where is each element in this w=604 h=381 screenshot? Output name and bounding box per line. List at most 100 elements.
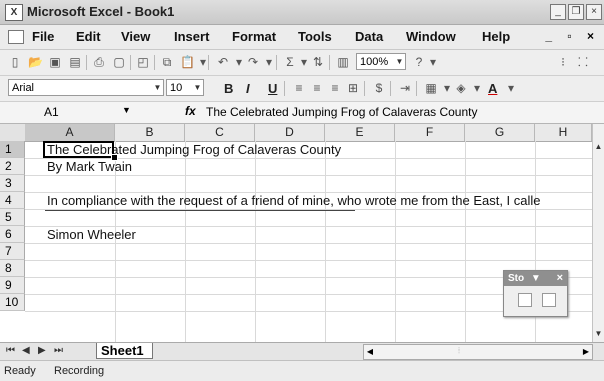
column-header-g[interactable]: G (465, 124, 535, 141)
last-sheet-icon[interactable]: ⏭ (54, 345, 63, 356)
cell-a2[interactable]: By Mark Twain (47, 159, 132, 175)
column-header-f[interactable]: F (395, 124, 465, 141)
borders-icon[interactable]: ▦ (424, 81, 438, 95)
row-header-1[interactable]: 1 (0, 141, 25, 158)
autosum-icon[interactable]: Σ (283, 55, 297, 69)
toolbar-options-icon[interactable]: ⁝ (556, 55, 570, 69)
scroll-left-icon[interactable]: ◀ (364, 345, 376, 359)
column-header-h[interactable]: H (535, 124, 592, 141)
menu-insert[interactable]: Insert (174, 29, 209, 44)
first-sheet-icon[interactable]: ⏮ (6, 345, 15, 356)
menu-format[interactable]: Format (232, 29, 276, 44)
row-header-7[interactable]: 7 (0, 243, 25, 260)
fill-handle[interactable] (111, 154, 118, 161)
zoom-select[interactable]: 100% ▼ (356, 53, 406, 70)
gridline (25, 243, 592, 244)
name-box[interactable]: A1 (44, 104, 122, 120)
menu-edit[interactable]: Edit (76, 29, 101, 44)
stop-recording-button[interactable] (518, 293, 532, 307)
undo-icon[interactable]: ↶ (216, 55, 230, 69)
italic-button[interactable]: I (246, 81, 250, 96)
help-icon[interactable]: ? (412, 55, 426, 69)
relative-reference-button[interactable] (542, 293, 556, 307)
stop-recording-toolbar[interactable]: Sto ▼ × (503, 270, 568, 317)
sort-ascending-icon[interactable]: ⇅ (311, 55, 325, 69)
menu-data[interactable]: Data (355, 29, 383, 44)
undo-dropdown-icon[interactable]: ▾ (232, 55, 246, 69)
help-dropdown-icon[interactable]: ▾ (426, 55, 440, 69)
print-icon[interactable]: ⎙ (92, 55, 106, 69)
row-header-10[interactable]: 10 (0, 294, 25, 311)
row-header-3[interactable]: 3 (0, 175, 25, 192)
fx-icon[interactable]: fx (185, 104, 196, 118)
toolbar-options-icon[interactable]: ▼ (531, 273, 541, 284)
cell-a6[interactable]: Simon Wheeler (47, 227, 136, 243)
font-size-select[interactable]: 10 ▼ (166, 79, 204, 96)
row-header-8[interactable]: 8 (0, 260, 25, 277)
scroll-down-icon[interactable]: ▼ (593, 328, 604, 340)
column-header-b[interactable]: B (115, 124, 185, 141)
print-preview-icon[interactable]: ▢ (112, 55, 126, 69)
minimize-button[interactable]: _ (550, 4, 566, 20)
scroll-up-icon[interactable]: ▲ (593, 141, 604, 153)
scroll-right-icon[interactable]: ▶ (580, 345, 592, 359)
horizontal-scrollbar[interactable]: ◀ ⦙ ▶ (363, 344, 593, 360)
toolbar-grip-icon[interactable]: ⸬ (576, 55, 590, 69)
paste-icon[interactable]: 📋 (180, 55, 195, 69)
sheet-tab-sheet1[interactable]: Sheet1 (96, 343, 153, 359)
merge-center-icon[interactable]: ⊞ (346, 81, 360, 95)
currency-icon[interactable]: $ (372, 81, 386, 95)
underline-button[interactable]: U (268, 81, 277, 96)
column-header-c[interactable]: C (185, 124, 255, 141)
new-icon[interactable]: ▯ (8, 55, 22, 69)
save-icon[interactable]: ▣ (48, 55, 62, 69)
redo-dropdown-icon[interactable]: ▾ (262, 55, 276, 69)
row-header-6[interactable]: 6 (0, 226, 25, 243)
scroll-thumb[interactable]: ⦙ (444, 346, 474, 357)
align-right-icon[interactable]: ≡ (328, 81, 342, 95)
row-header-5[interactable]: 5 (0, 209, 25, 226)
select-all-button[interactable] (0, 124, 26, 141)
document-window-controls[interactable]: _ ▫ × (545, 29, 600, 43)
fill-color-dropdown-icon[interactable]: ▾ (470, 81, 484, 95)
row-header-4[interactable]: 4 (0, 192, 25, 209)
row-header-9[interactable]: 9 (0, 277, 25, 294)
formula-input[interactable]: The Celebrated Jumping Frog of Calaveras… (206, 105, 477, 119)
fill-color-icon[interactable]: ◈ (454, 81, 468, 95)
redo-icon[interactable]: ↷ (246, 55, 260, 69)
open-icon[interactable]: 📂 (28, 55, 43, 69)
menu-window[interactable]: Window (406, 29, 456, 44)
close-icon[interactable]: × (557, 271, 563, 286)
research-icon[interactable]: ◰ (136, 55, 150, 69)
borders-dropdown-icon[interactable]: ▾ (440, 81, 454, 95)
menu-view[interactable]: View (121, 29, 150, 44)
menu-file[interactable]: File (32, 29, 54, 44)
font-name-select[interactable]: Arial ▼ (8, 79, 164, 96)
row-header-2[interactable]: 2 (0, 158, 25, 175)
font-color-dropdown-icon[interactable]: ▾ (504, 81, 518, 95)
align-center-icon[interactable]: ≡ (310, 81, 324, 95)
column-header-d[interactable]: D (255, 124, 325, 141)
autosum-dropdown-icon[interactable]: ▾ (297, 55, 311, 69)
vertical-scrollbar[interactable]: ▲ ▼ (592, 124, 604, 342)
workbook-icon[interactable] (8, 30, 24, 44)
stop-toolbar-title[interactable]: Sto ▼ × (504, 271, 567, 286)
restore-button[interactable]: ❐ (568, 4, 584, 20)
next-sheet-icon[interactable]: ▶ (38, 345, 46, 356)
prev-sheet-icon[interactable]: ◀ (22, 345, 30, 356)
font-color-button[interactable]: A (488, 81, 497, 96)
excel-icon[interactable]: X (5, 4, 23, 21)
align-left-icon[interactable]: ≡ (292, 81, 306, 95)
menu-help[interactable]: Help (482, 29, 510, 44)
chart-wizard-icon[interactable]: ▥ (336, 55, 350, 69)
close-button[interactable]: × (586, 4, 602, 20)
permission-icon[interactable]: ▤ (68, 55, 82, 69)
column-header-a[interactable]: A (25, 124, 115, 141)
bold-button[interactable]: B (224, 81, 233, 96)
column-header-e[interactable]: E (325, 124, 395, 141)
chevron-down-icon[interactable]: ▼ (122, 105, 131, 115)
increase-indent-icon[interactable]: ⇥ (398, 81, 412, 95)
cell-a4[interactable]: In compliance with the request of a frie… (47, 193, 541, 209)
copy-icon[interactable]: ⧉ (160, 55, 174, 69)
menu-tools[interactable]: Tools (298, 29, 332, 44)
